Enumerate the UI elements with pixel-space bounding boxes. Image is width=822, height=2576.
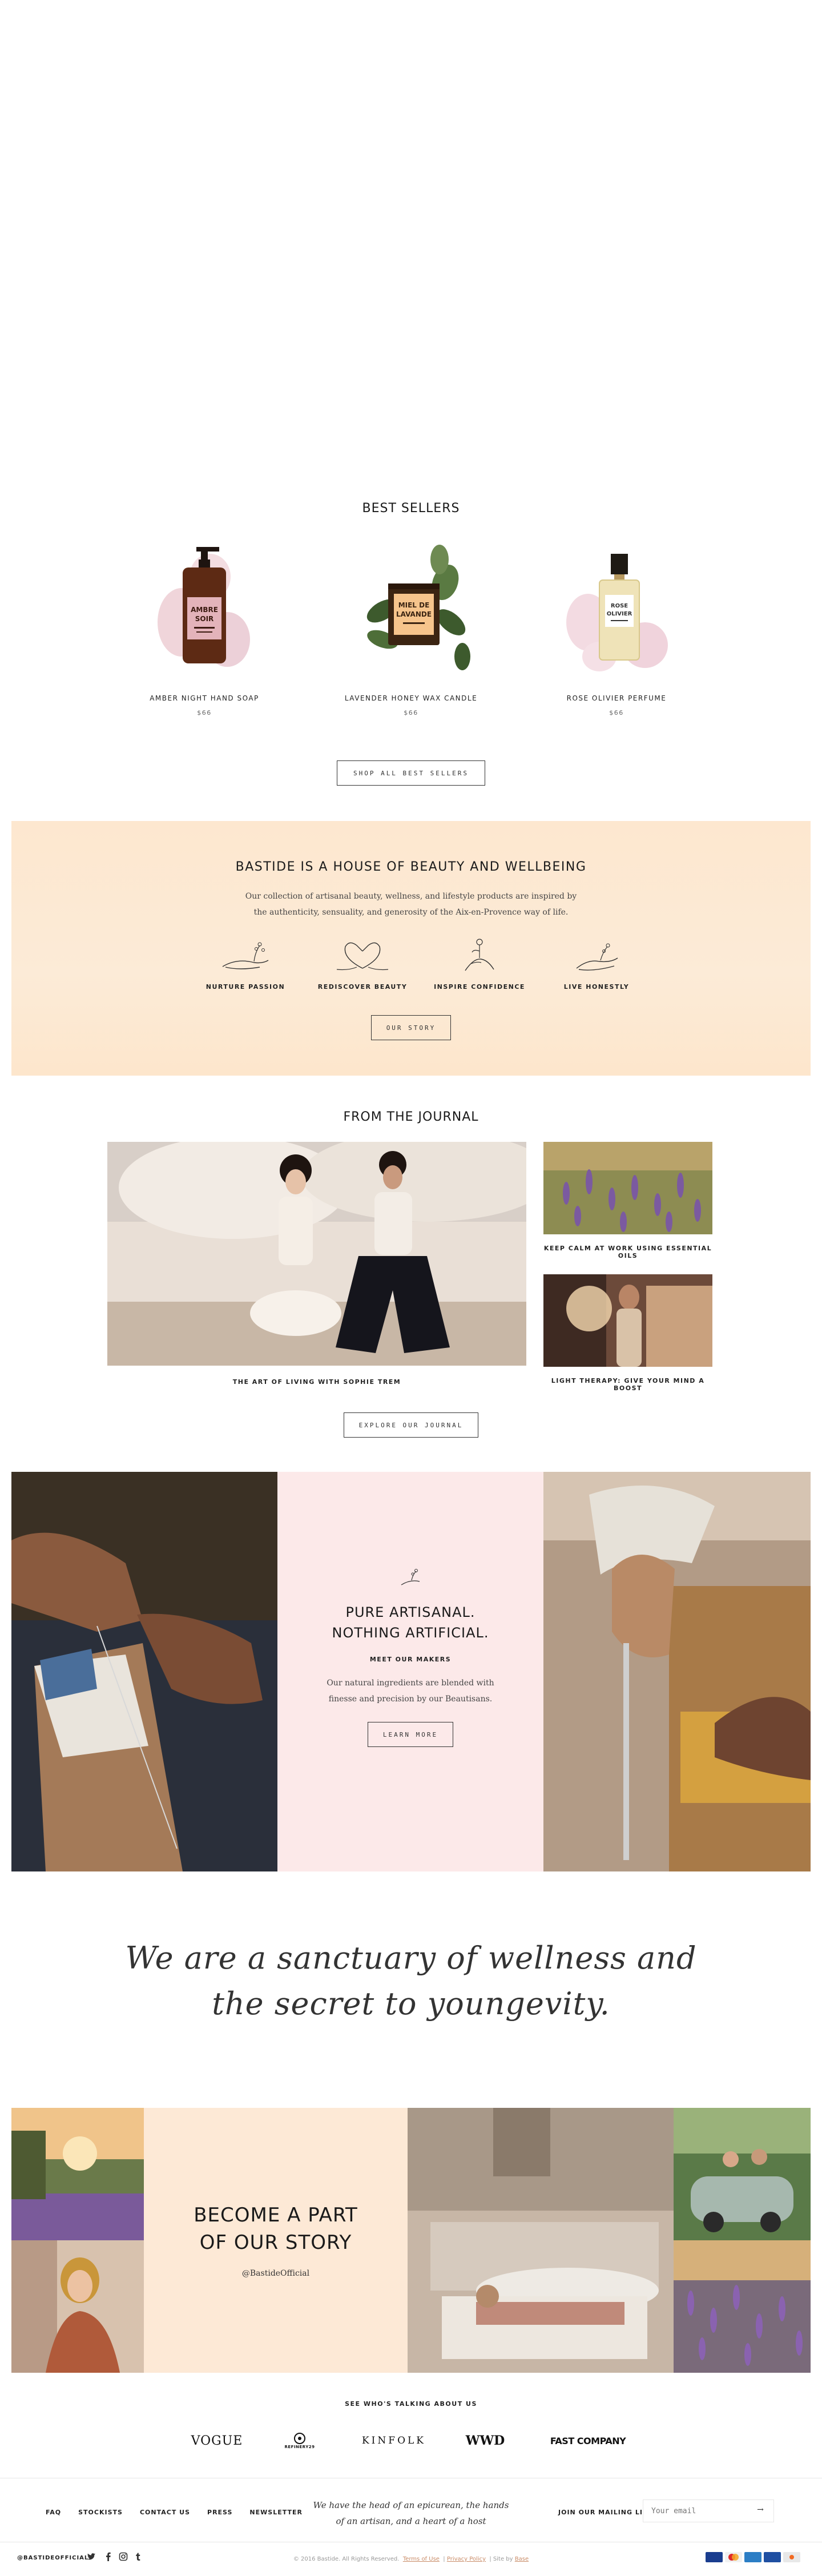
best-sellers-title: BEST SELLERS [362, 501, 460, 516]
product-card[interactable]: ROSE OLIVIER ROSE OLIVIER PERFUME $66 [531, 542, 702, 717]
amex-icon [744, 2552, 761, 2562]
footer-tagline: We have the head of an epicurean, the ha… [313, 2500, 509, 2526]
house-text: Our collection of artisanal beauty, well… [245, 892, 577, 917]
value-label: REDISCOVER BEAUTY [317, 983, 408, 991]
artisanal-title-line: NOTHING ARTIFICIAL. [332, 1625, 489, 1641]
value-label: NURTURE PASSION [206, 983, 285, 991]
artisanal-subtitle: MEET OUR MAKERS [369, 1656, 452, 1663]
perfume-icon[interactable]: ROSE OLIVIER [554, 542, 679, 679]
our-story-button[interactable]: OUR STORY [371, 1015, 451, 1040]
footer-link-newsletter[interactable]: NEWSLETTER [249, 2509, 303, 2516]
shop-all-best-sellers-button[interactable]: SHOP ALL BEST SELLERS [337, 760, 485, 786]
artisan-crafting-image [543, 1472, 811, 1871]
svg-text:SOIR: SOIR [195, 615, 214, 623]
story-handle[interactable]: @BastideOfficial [144, 2269, 408, 2278]
visa-icon [706, 2552, 723, 2562]
story-image-car[interactable] [674, 2108, 811, 2240]
artisanal-panel: PURE ARTISANAL. NOTHING ARTIFICIAL. MEET… [277, 1472, 543, 1871]
privacy-link[interactable]: Privacy Policy [447, 2556, 486, 2562]
submit-arrow-icon[interactable]: → [752, 2505, 768, 2517]
hand-sprig-icon [222, 942, 269, 969]
journal-image-light[interactable] [543, 1274, 712, 1367]
quote-line: We are a sanctuary of wellness and [125, 1940, 697, 1976]
discover-icon [783, 2552, 800, 2562]
artisanal-title-line: PURE ARTISANAL. [345, 1604, 476, 1620]
product-price: $66 [404, 709, 418, 717]
story-panel: BECOME A PART OF OUR STORY @BastideOffic… [144, 2108, 408, 2373]
journal-title: FROM THE JOURNAL [343, 1110, 479, 1124]
artisanal-title: PURE ARTISANAL. NOTHING ARTIFICIAL. [277, 1602, 543, 1643]
artisanal-text: Our natural ingredients are blended with… [327, 1679, 494, 1704]
story-title: BECOME A PART OF OUR STORY [144, 2201, 408, 2256]
journal-image-main[interactable] [107, 1142, 526, 1366]
fast-company-logo[interactable]: FAST COMPANY [542, 2426, 634, 2455]
flower-hand-icon [465, 939, 494, 971]
value-rediscover-beauty: REDISCOVER BEAUTY [314, 935, 411, 991]
refinery29-logo[interactable]: REFINERY29 [274, 2426, 325, 2455]
footer-link-faq[interactable]: FAQ [46, 2509, 61, 2516]
quote-line: the secret to youngevity. [212, 1986, 610, 2022]
product-price: $66 [609, 709, 624, 717]
footer-link-press[interactable]: PRESS [207, 2509, 232, 2516]
product-name[interactable]: ROSE OLIVIER PERFUME [531, 694, 702, 702]
footer-link-stockists[interactable]: STOCKISTS [78, 2509, 123, 2516]
learn-more-button[interactable]: LEARN MORE [368, 1722, 453, 1747]
house-section: BASTIDE IS A HOUSE OF BEAUTY AND WELLBEI… [11, 821, 811, 1076]
journal-caption[interactable]: THE ART OF LIVING WITH SOPHIE TREM [107, 1378, 526, 1386]
press-logo-text: FAST COMPANY [550, 2435, 626, 2446]
kinfolk-logo[interactable]: KINFOLK [354, 2426, 434, 2455]
mailing-list-label: JOIN OUR MAILING LIST [558, 2509, 653, 2516]
soap-bottle-icon[interactable]: AMBRE SOIR [142, 542, 267, 679]
story-image-girl[interactable] [11, 2240, 144, 2373]
svg-text:OLIVIER: OLIVIER [607, 611, 632, 617]
copyright-text: © 2016 Bastide. All Rights Reserved. [293, 2556, 400, 2562]
journal-caption[interactable]: KEEP CALM AT WORK USING ESSENTIAL OILS [543, 1245, 712, 1259]
sanctuary-quote: We are a sanctuary of wellness and the s… [0, 1935, 822, 2027]
press-logo-text: WWD [465, 2433, 505, 2448]
value-nurture-passion: NURTURE PASSION [197, 935, 294, 991]
product-name[interactable]: AMBER NIGHT HAND SOAP [119, 694, 290, 702]
product-name[interactable]: LAVENDER HONEY WAX CANDLE [325, 694, 497, 702]
value-label: INSPIRE CONFIDENCE [434, 983, 525, 991]
journal-caption[interactable]: LIGHT THERAPY: GIVE YOUR MIND A BOOST [543, 1377, 712, 1392]
svg-text:LAVANDE: LAVANDE [396, 610, 432, 618]
press-logo-text: VOGUE [191, 2433, 243, 2448]
value-label: LIVE HONESTLY [563, 983, 630, 991]
house-title: BASTIDE IS A HOUSE OF BEAUTY AND WELLBEI… [235, 860, 587, 874]
product-card[interactable]: MIEL DE LAVANDE LAVENDER HONEY WAX CANDL… [325, 542, 497, 717]
paypal-icon [764, 2552, 781, 2562]
value-live-honestly: LIVE HONESTLY [548, 935, 645, 991]
vogue-logo[interactable]: VOGUE [188, 2426, 245, 2455]
explore-journal-button[interactable]: EXPLORE OUR JOURNAL [344, 1412, 478, 1438]
journal-image-lavender[interactable] [543, 1142, 712, 1234]
story-title-line: BECOME A PART [194, 2204, 358, 2227]
press-title: SEE WHO'S TALKING ABOUT US [345, 2400, 477, 2408]
product-card[interactable]: AMBRE SOIR AMBER NIGHT HAND SOAP $66 [119, 542, 290, 717]
copyright: © 2016 Bastide. All Rights Reserved. Ter… [293, 2556, 529, 2562]
terms-link[interactable]: Terms of Use [403, 2556, 440, 2562]
story-title-line: OF OUR STORY [199, 2231, 352, 2254]
footer-nav: FAQ STOCKISTS CONTACT US PRESS NEWSLETTE… [46, 2509, 303, 2516]
svg-text:AMBRE: AMBRE [191, 606, 218, 614]
refinery29-icon [294, 2433, 305, 2444]
footer-link-contact[interactable]: CONTACT US [140, 2509, 190, 2516]
value-inspire-confidence: INSPIRE CONFIDENCE [431, 935, 528, 991]
press-logo-text: REFINERY29 [284, 2445, 315, 2449]
story-image-daybed[interactable] [408, 2108, 674, 2373]
mastercard-icon [725, 2552, 742, 2562]
svg-text:MIEL DE: MIEL DE [398, 601, 430, 609]
site-by-text: Site by [493, 2556, 513, 2562]
story-image-field[interactable] [11, 2108, 144, 2240]
site-by-link[interactable]: Base [515, 2556, 529, 2562]
open-hand-icon [576, 943, 618, 971]
press-logo-text: KINFOLK [361, 2435, 426, 2446]
svg-text:ROSE: ROSE [611, 603, 628, 609]
product-price: $66 [197, 709, 212, 717]
wwd-logo[interactable]: WWD [462, 2426, 508, 2455]
artisan-sewing-image [11, 1472, 277, 1871]
heart-hands-icon [336, 942, 389, 971]
sprig-icon [401, 1569, 420, 1585]
candle-icon[interactable]: MIEL DE LAVANDE [348, 542, 474, 679]
story-image-lavender[interactable] [674, 2240, 811, 2373]
